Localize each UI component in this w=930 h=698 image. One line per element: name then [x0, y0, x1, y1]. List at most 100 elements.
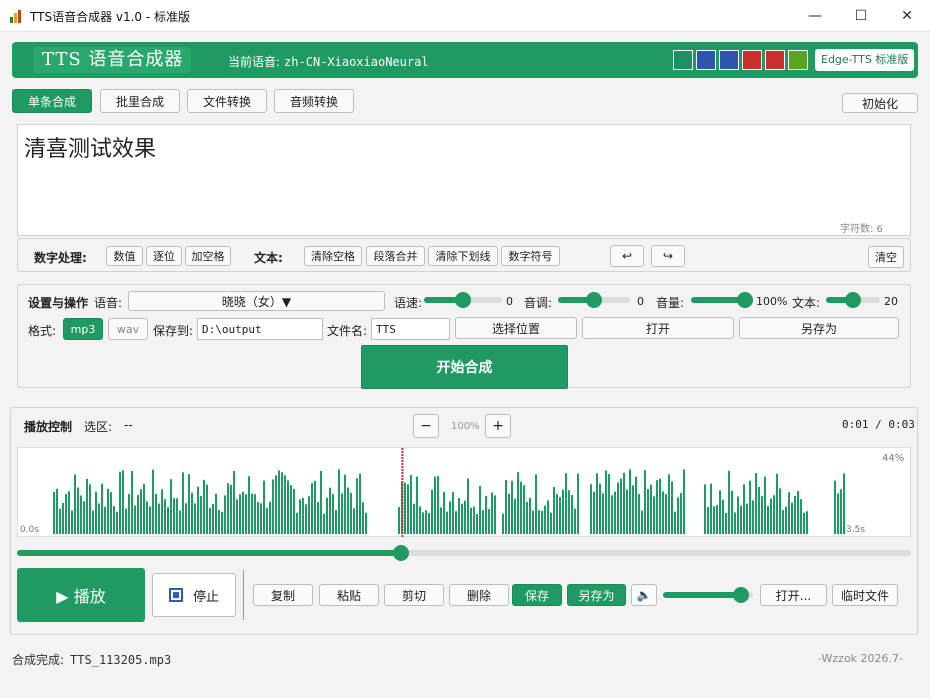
voice-select[interactable]: 晓晓（女）▼ — [128, 291, 385, 311]
wave-bar — [152, 469, 154, 534]
wave-bar — [71, 510, 73, 534]
wave-bar — [553, 486, 555, 534]
wave-bar — [635, 476, 637, 534]
wave-bar — [716, 504, 718, 534]
tab-file-convert[interactable]: 文件转换 — [187, 89, 267, 113]
tab-single[interactable]: 单条合成 — [12, 89, 92, 113]
maximize-button[interactable]: ☐ — [838, 0, 884, 32]
wave-bar — [671, 481, 673, 534]
wave-bar — [434, 476, 436, 534]
theme-swatch-4[interactable] — [742, 50, 762, 70]
init-button[interactable]: 初始化 — [842, 93, 918, 113]
stop-button[interactable]: 停止 — [152, 573, 236, 617]
wave-bar — [275, 475, 277, 534]
remove-spaces-button[interactable]: 清除空格 — [304, 246, 362, 266]
undo-icon: ↩ — [621, 249, 633, 263]
num-digit-button[interactable]: 逐位 — [146, 246, 182, 266]
wave-bar — [191, 492, 193, 534]
save-to-label: 保存到: — [153, 324, 194, 338]
volume-slider[interactable] — [691, 292, 753, 308]
temp-file-button[interactable]: 临时文件 — [832, 584, 898, 606]
wave-bar — [788, 492, 790, 534]
undo-button[interactable]: ↩ — [610, 245, 644, 267]
theme-swatch-6[interactable] — [788, 50, 808, 70]
playback-title: 播放控制 — [24, 420, 73, 434]
wave-bar — [431, 489, 433, 534]
start-synthesis-button[interactable]: 开始合成 — [361, 345, 568, 389]
wave-bar — [206, 484, 208, 534]
open-button[interactable]: 打开 — [582, 317, 734, 339]
redo-button[interactable]: ↪ — [651, 245, 685, 267]
wave-bar — [224, 495, 226, 534]
pitch-slider[interactable] — [558, 292, 630, 308]
copy-button[interactable]: 复制 — [253, 584, 313, 606]
theme-swatch-3[interactable] — [719, 50, 739, 70]
tab-batch[interactable]: 批里合成 — [100, 89, 180, 113]
wave-bar — [728, 470, 730, 534]
wave-bar — [365, 512, 367, 534]
close-button[interactable]: ✕ — [884, 0, 930, 32]
wave-bar — [602, 493, 604, 534]
wave-bar — [779, 488, 781, 534]
zoom-out-button[interactable]: − — [413, 414, 439, 438]
wave-bar — [785, 506, 787, 534]
remove-underline-button[interactable]: 清除下划线 — [428, 246, 498, 266]
wave-bar — [794, 495, 796, 534]
open-audio-button[interactable]: 打开... — [760, 584, 827, 606]
save-as-button[interactable]: 另存为 — [739, 317, 899, 339]
theme-swatch-2[interactable] — [696, 50, 716, 70]
wave-bar — [734, 512, 736, 534]
save-path-input[interactable] — [197, 318, 323, 340]
cut-button[interactable]: 剪切 — [384, 584, 444, 606]
wave-bar — [59, 508, 61, 534]
credit-text: -Wzzok 2026.7- — [818, 652, 904, 665]
format-wav-button[interactable]: wav — [108, 318, 148, 340]
text-tools-label: 文本: — [254, 251, 283, 265]
zoom-in-button[interactable]: + — [485, 414, 511, 438]
tab-audio-convert[interactable]: 音频转换 — [274, 89, 354, 113]
wave-bar — [92, 510, 94, 534]
clear-button[interactable]: 清空 — [868, 246, 904, 268]
save-audio-as-button[interactable]: 另存为 — [567, 584, 626, 606]
theme-swatch-5[interactable] — [765, 50, 785, 70]
wave-bar — [565, 473, 567, 534]
rate-slider[interactable] — [424, 292, 502, 308]
pitch-label: 音调: — [524, 296, 553, 310]
number-symbol-button[interactable]: 数字符号 — [501, 246, 560, 266]
wave-bar — [722, 499, 724, 534]
mute-button[interactable]: 🔈 — [631, 584, 657, 606]
volume-label: 音量: — [656, 296, 685, 310]
wave-bar — [803, 512, 805, 534]
theme-swatch-1[interactable] — [673, 50, 693, 70]
wave-bar — [629, 469, 631, 534]
wave-bar — [215, 493, 217, 534]
wave-bar — [167, 507, 169, 534]
wave-bar — [704, 484, 706, 534]
waveform-view[interactable]: 44% 0.0s 3.5s — [17, 447, 911, 538]
seek-slider[interactable] — [17, 545, 911, 561]
merge-paragraphs-button[interactable]: 段落合并 — [366, 246, 425, 266]
format-mp3-button[interactable]: mp3 — [63, 318, 103, 340]
wave-bar — [254, 494, 256, 534]
wave-bar — [440, 507, 442, 534]
wave-bar — [221, 511, 223, 534]
text-setting-slider[interactable] — [826, 292, 880, 308]
minimize-button[interactable]: — — [792, 0, 838, 32]
play-button[interactable]: ▶ 播放 — [17, 568, 145, 622]
wave-bar — [86, 478, 88, 534]
wave-bar — [170, 479, 172, 534]
num-value-button[interactable]: 数值 — [106, 246, 143, 266]
wave-bar — [770, 498, 772, 534]
choose-location-button[interactable]: 选择位置 — [455, 317, 577, 339]
playback-volume-slider[interactable] — [663, 587, 753, 603]
wave-bar — [843, 473, 845, 534]
paste-button[interactable]: 粘贴 — [319, 584, 379, 606]
wave-bar — [755, 473, 757, 534]
text-input[interactable]: 清喜测试效果 — [17, 124, 911, 236]
save-audio-button[interactable]: 保存 — [512, 584, 562, 606]
delete-button[interactable]: 删除 — [449, 584, 509, 606]
num-space-button[interactable]: 加空格 — [185, 246, 231, 266]
filename-input[interactable] — [371, 318, 450, 340]
wave-bar — [335, 509, 337, 534]
wave-bar — [260, 503, 262, 534]
